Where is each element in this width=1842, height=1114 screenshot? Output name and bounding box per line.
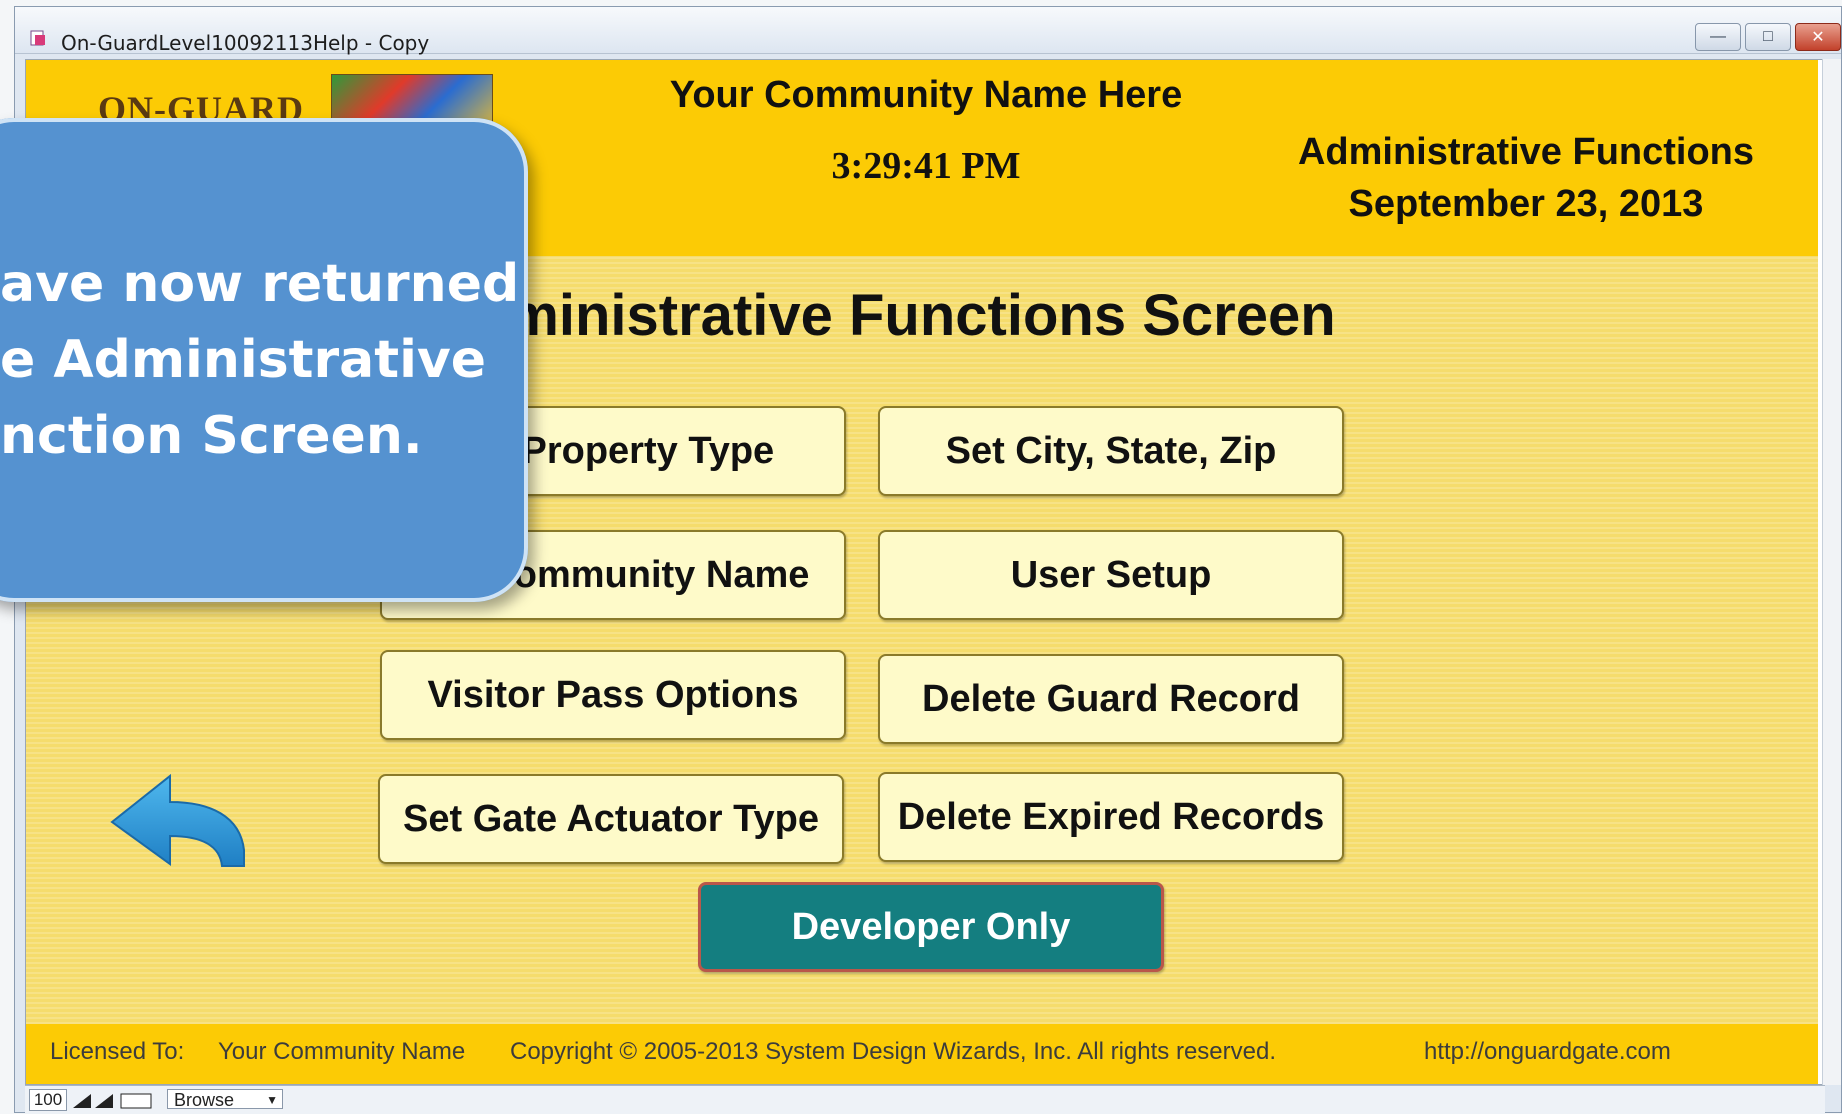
minimize-icon: — [1710, 28, 1726, 45]
callout-line: nction Screen. [0, 406, 423, 466]
mode-value: Browse [174, 1090, 235, 1110]
app-icon [30, 30, 45, 46]
callout-line: ave now returned [0, 254, 520, 314]
tutorial-callout: ave now returned e Administrative nction… [0, 118, 528, 602]
clock: 3:29:41 PM [831, 145, 1021, 187]
zoom-level[interactable]: 100 [29, 1089, 67, 1111]
delete-expired-records-button[interactable]: Delete Expired Records [878, 772, 1344, 862]
licensed-to-value: Your Community Name [218, 1038, 466, 1065]
form-footer: Licensed To: Your Community Name Copyrig… [26, 1024, 1818, 1084]
mode-select[interactable]: Browse ▼ [167, 1089, 283, 1110]
title-bar: On-GuardLevel10092113Help - Copy — □ ✕ [15, 7, 1841, 55]
maximize-button[interactable]: □ [1745, 23, 1791, 51]
user-setup-button[interactable]: User Setup [878, 530, 1344, 620]
licensed-to-label: Licensed To: [50, 1038, 185, 1065]
maximize-icon: □ [1763, 28, 1773, 45]
close-icon: ✕ [1811, 29, 1825, 46]
minimize-button[interactable]: — [1695, 23, 1741, 51]
set-city-state-zip-button[interactable]: Set City, State, Zip [878, 406, 1344, 496]
status-bar: 100 Browse ▼ [25, 1085, 1825, 1114]
visitor-pass-options-button[interactable]: Visitor Pass Options [380, 650, 846, 740]
community-name: Your Community Name Here [669, 74, 1183, 116]
developer-only-button[interactable]: Developer Only [698, 882, 1164, 972]
page-title: Administrative Functions Screen [430, 283, 1336, 348]
header-right: Administrative Functions September 23, 2… [1266, 126, 1786, 230]
copyright-text: Copyright © 2005-2013 System Design Wiza… [510, 1038, 1277, 1065]
vertical-scrollbar[interactable] [1822, 59, 1841, 1085]
callout-line: e Administrative [0, 330, 487, 390]
window-title: On-GuardLevel10092113Help - Copy [61, 31, 430, 55]
set-gate-actuator-type-button[interactable]: Set Gate Actuator Type [378, 774, 844, 864]
chevron-down-icon: ▼ [266, 1093, 278, 1107]
current-date: September 23, 2013 [1348, 183, 1704, 225]
delete-guard-record-button[interactable]: Delete Guard Record [878, 654, 1344, 744]
section-title: Administrative Functions [1297, 131, 1755, 173]
website-link[interactable]: http://onguardgate.com [1424, 1038, 1671, 1066]
zoom-controls-icon[interactable] [71, 1090, 161, 1110]
back-arrow-icon[interactable] [110, 772, 250, 872]
callout-text: ave now returned e Administrative nction… [0, 246, 528, 474]
close-button[interactable]: ✕ [1795, 23, 1841, 51]
